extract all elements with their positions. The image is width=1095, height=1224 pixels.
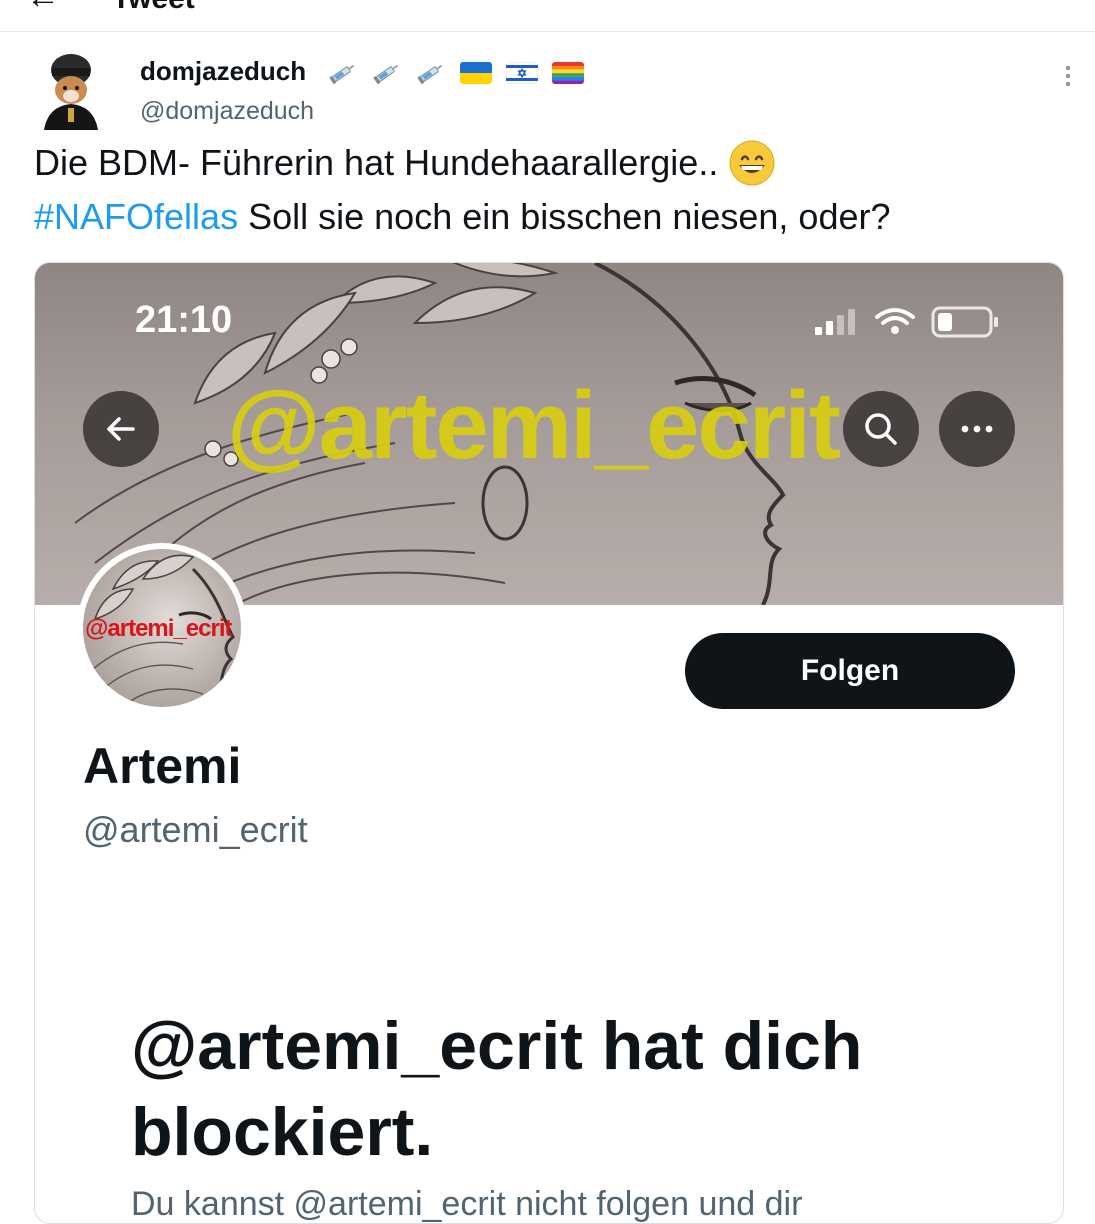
- profile-avatar[interactable]: @artemi_ecrit: [77, 543, 247, 713]
- avatar-watermark-text: @artemi_ecrit: [85, 615, 232, 642]
- banner-watermark-text: @artemi_ecrit: [227, 372, 841, 479]
- author-avatar[interactable]: [38, 50, 104, 130]
- rainbow-flag-icon: [552, 62, 584, 84]
- israel-flag-icon: [506, 62, 538, 84]
- hashtag-link[interactable]: #NAFOfellas: [34, 196, 238, 237]
- more-horizontal-icon: [961, 425, 993, 433]
- more-vertical-icon[interactable]: [1058, 64, 1078, 88]
- syringe-icon: [417, 64, 443, 85]
- top-bar: ← Tweet: [0, 0, 1095, 32]
- author-handle[interactable]: @domjazeduch: [140, 97, 314, 126]
- grinning-face-icon: [729, 140, 775, 186]
- profile-handle: @artemi_ecrit: [83, 809, 308, 850]
- tweet-media-image[interactable]: @artemi_ecrit 21:10 @artemi_ecrit Folgen…: [34, 262, 1064, 1224]
- back-button[interactable]: [83, 391, 159, 467]
- name-emoji-row: [328, 58, 584, 88]
- syringe-icon: [329, 64, 355, 85]
- blocked-message-subtitle: Du kannst @artemi_ecrit nicht folgen und…: [131, 1185, 803, 1223]
- author-display-name[interactable]: domjazeduch: [140, 56, 306, 87]
- arrow-left-icon: [107, 417, 135, 441]
- page-title: Tweet: [112, 0, 195, 16]
- tweet-text-line1: Die BDM- Führerin hat Hundehaarallergie.…: [34, 142, 719, 183]
- status-bar-time: 21:10: [135, 299, 233, 341]
- profile-display-name: Artemi: [83, 738, 242, 794]
- status-bar-icons: [815, 306, 998, 338]
- search-button[interactable]: [843, 391, 919, 467]
- tweet-text-line2: Soll sie noch ein bisschen niesen, oder?: [248, 196, 891, 237]
- ukraine-flag-icon: [460, 62, 492, 84]
- back-arrow-icon[interactable]: ←: [26, 0, 60, 17]
- search-icon: [865, 413, 897, 445]
- more-button[interactable]: [939, 391, 1015, 467]
- blocked-message-title: @artemi_ecrit hat dich blockiert.: [131, 1008, 863, 1170]
- follow-button[interactable]: Folgen: [685, 633, 1015, 709]
- syringe-icon: [373, 64, 399, 85]
- profile-avatar-image: @artemi_ecrit: [83, 549, 241, 707]
- tweet-text: Die BDM- Führerin hat Hundehaarallergie.…: [34, 136, 1074, 244]
